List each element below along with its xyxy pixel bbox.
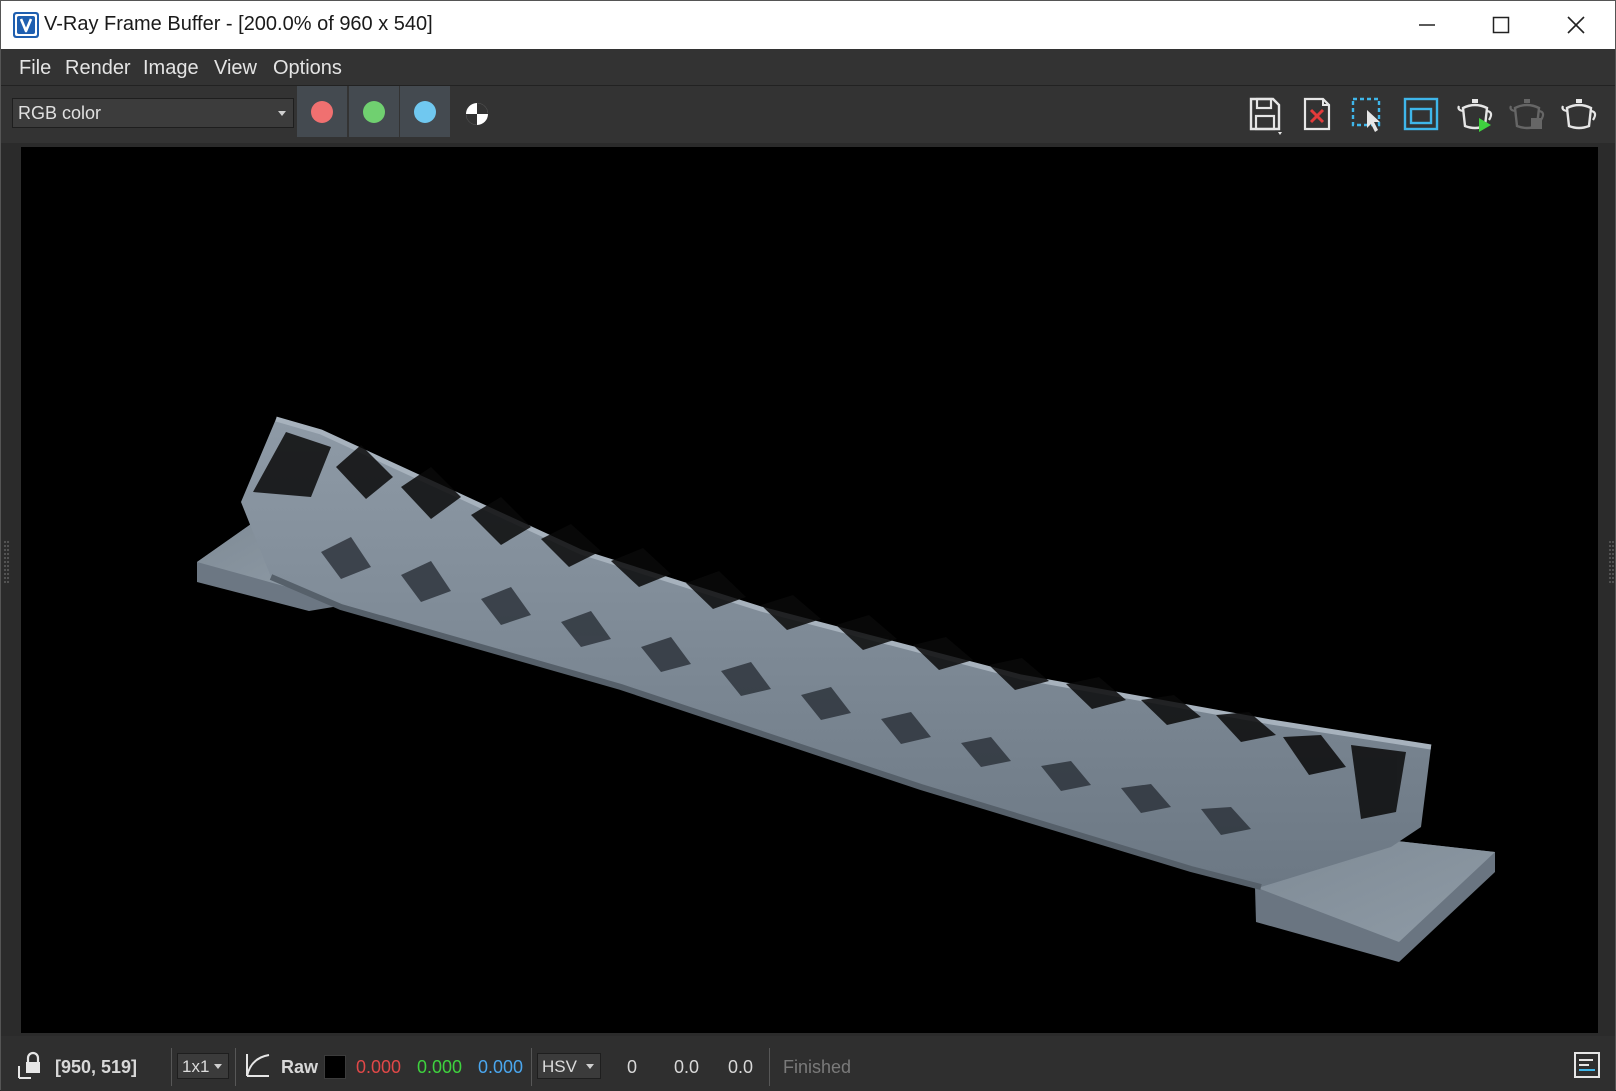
- stop-render-icon: [1509, 99, 1545, 130]
- chevron-down-icon: [586, 1064, 594, 1069]
- window-title: V-Ray Frame Buffer - [200.0% of 960 x 54…: [44, 13, 433, 35]
- color-mode-value: HSV: [542, 1057, 577, 1076]
- left-panel-grip-icon[interactable]: [4, 541, 9, 585]
- clear-image-icon: [1303, 97, 1331, 131]
- menu-bar: File Render Image View Options: [1, 49, 1615, 86]
- alpha-channel-icon: [466, 103, 488, 125]
- blue-dot-icon: [414, 101, 436, 123]
- menu-options[interactable]: Options: [273, 57, 342, 80]
- render-button[interactable]: [1557, 92, 1601, 136]
- separator: [531, 1048, 532, 1086]
- raw-label[interactable]: Raw: [281, 1057, 318, 1078]
- render-interactive-icon: [1457, 99, 1493, 132]
- separator: [769, 1048, 770, 1086]
- region-render-button[interactable]: [1399, 92, 1443, 136]
- menu-view[interactable]: View: [214, 57, 257, 80]
- red-dot-icon: [311, 101, 333, 123]
- separator: [235, 1048, 236, 1086]
- render-icon: [1561, 99, 1597, 130]
- saturation-value: 0.0: [674, 1057, 700, 1077]
- red-value: 0.000: [356, 1057, 402, 1077]
- green-value: 0.000: [417, 1057, 463, 1077]
- render-status: Finished: [783, 1057, 852, 1077]
- maximize-icon: [1492, 16, 1510, 34]
- toolbar: RGB color: [1, 86, 1615, 143]
- close-icon: [1567, 16, 1585, 34]
- region-render-icon: [1403, 97, 1439, 131]
- save-image-icon: [1249, 97, 1282, 135]
- log-window-icon[interactable]: [1573, 1051, 1601, 1079]
- minimize-button[interactable]: [1401, 1, 1453, 49]
- color-curve-icon[interactable]: [243, 1050, 273, 1080]
- separator: [171, 1048, 172, 1086]
- sample-size-value: 1x1: [182, 1057, 210, 1076]
- render-interactive-button[interactable]: [1453, 92, 1497, 136]
- close-button[interactable]: [1550, 1, 1602, 49]
- red-channel-button[interactable]: [297, 86, 347, 137]
- stop-render-button[interactable]: [1505, 92, 1549, 136]
- title-bar[interactable]: V-Ray Frame Buffer - [200.0% of 960 x 54…: [1, 1, 1615, 49]
- track-mouse-icon: [1351, 97, 1381, 132]
- maximize-button[interactable]: [1475, 1, 1527, 49]
- status-bar: [950, 519] 1x1 Raw 0.000 0.000 0.000 HSV…: [1, 1036, 1615, 1091]
- render-viewport[interactable]: [21, 147, 1598, 1033]
- vfb-window: V-Ray Frame Buffer - [200.0% of 960 x 54…: [0, 0, 1616, 1091]
- menu-file[interactable]: File: [19, 57, 51, 80]
- green-dot-icon: [363, 101, 385, 123]
- channel-select-value: RGB color: [18, 103, 102, 123]
- alpha-channel-button[interactable]: [455, 92, 499, 136]
- menu-image[interactable]: Image: [143, 57, 199, 80]
- save-image-button[interactable]: [1243, 92, 1287, 136]
- track-mouse-button[interactable]: [1347, 92, 1391, 136]
- sample-size-select[interactable]: 1x1: [177, 1053, 229, 1079]
- clear-image-button[interactable]: [1295, 92, 1339, 136]
- color-mode-select[interactable]: HSV: [537, 1053, 601, 1079]
- blue-channel-button[interactable]: [400, 86, 450, 137]
- blue-value: 0.000: [478, 1057, 524, 1077]
- green-channel-button[interactable]: [349, 86, 399, 137]
- menu-render[interactable]: Render: [65, 57, 131, 80]
- channel-select[interactable]: RGB color: [12, 98, 294, 128]
- rendered-bridge-image: [197, 416, 1495, 962]
- pixel-color-swatch: [324, 1055, 346, 1079]
- chevron-down-icon: [214, 1064, 222, 1069]
- hue-value: 0: [627, 1057, 638, 1077]
- pixel-coordinates: [950, 519]: [55, 1057, 138, 1077]
- value-value: 0.0: [728, 1057, 754, 1077]
- minimize-icon: [1419, 24, 1435, 26]
- chevron-down-icon: [278, 111, 286, 116]
- vray-logo-icon: [13, 12, 39, 38]
- right-panel-grip-icon[interactable]: [1609, 541, 1614, 585]
- lock-coords-icon[interactable]: [17, 1050, 45, 1080]
